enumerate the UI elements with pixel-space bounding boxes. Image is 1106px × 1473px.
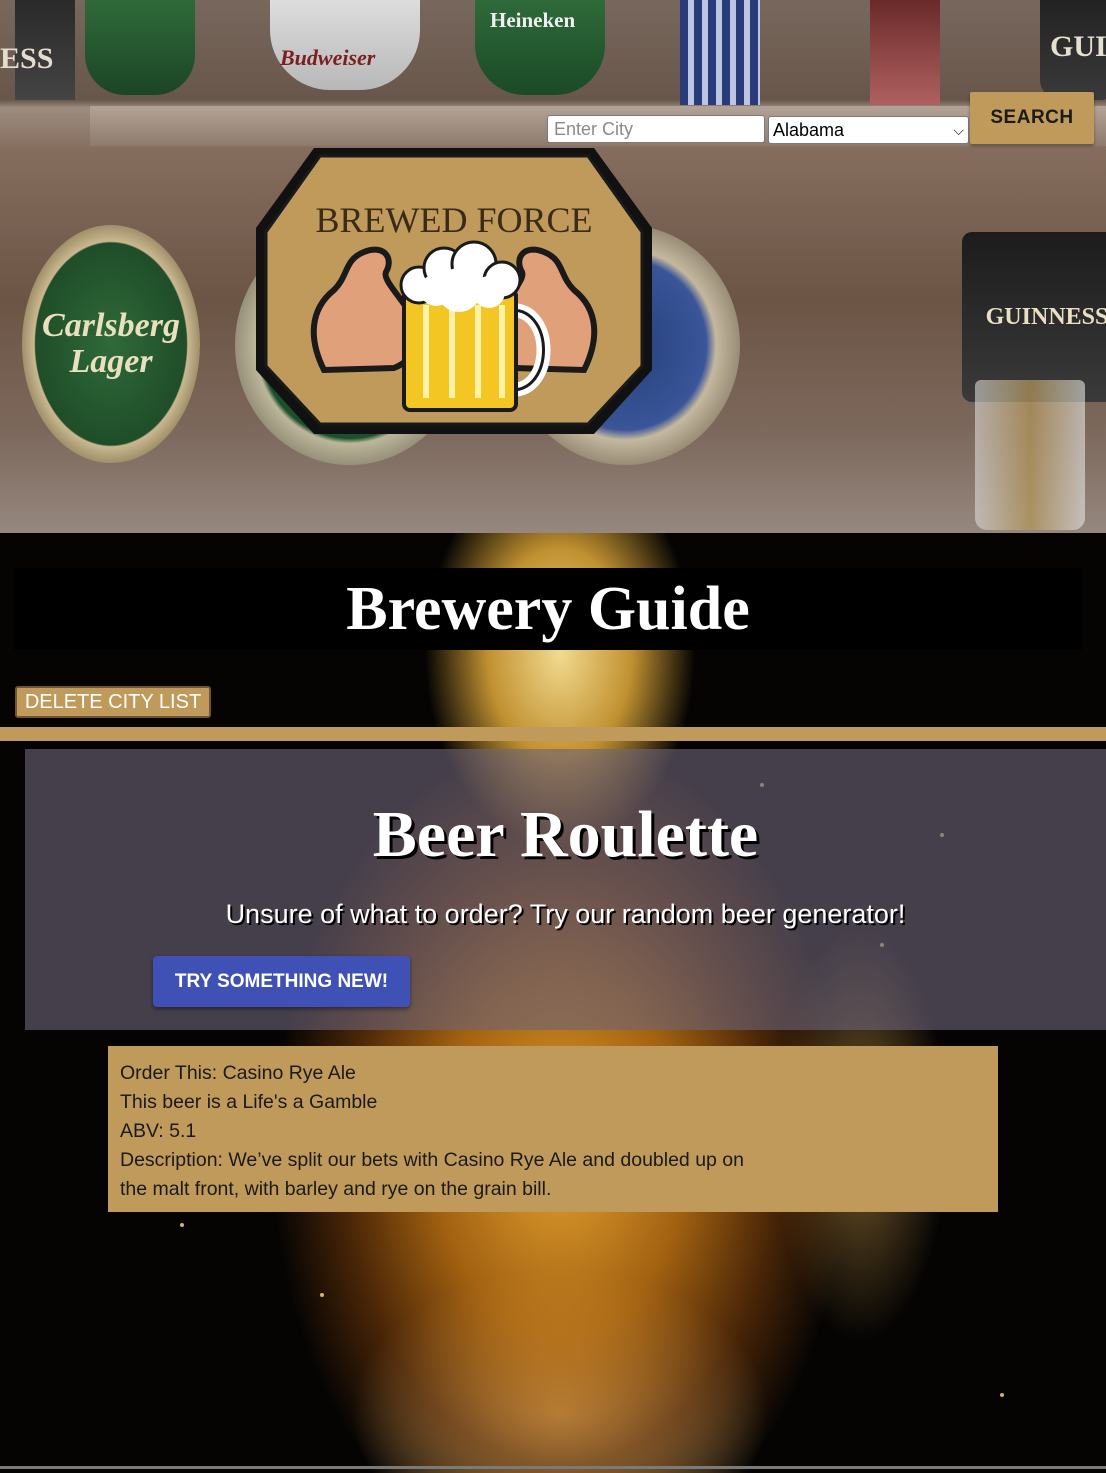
tap-label-heineken: Heineken xyxy=(490,8,576,32)
city-input[interactable] xyxy=(547,115,765,143)
tap-label-ess: ESS xyxy=(0,42,54,75)
beer-tap-decor xyxy=(680,0,760,105)
tap-label-gui: GUI xyxy=(1050,30,1106,63)
result-style: This beer is a Life's a Gamble xyxy=(120,1091,378,1113)
sparkle xyxy=(320,1293,324,1297)
brewed-force-logo[interactable]: BREWED FORCE xyxy=(254,140,654,440)
roulette-subtitle: Unsure of what to order? Try our random … xyxy=(225,899,906,929)
logo-text: BREWED FORCE xyxy=(315,200,592,240)
sparkle xyxy=(180,1223,184,1227)
delete-city-list-button[interactable]: DELETE CITY LIST xyxy=(15,686,211,718)
state-select[interactable]: Alabama ⌵ xyxy=(768,116,969,144)
roulette-title: Beer Roulette xyxy=(372,798,759,871)
state-select-value: Alabama xyxy=(773,119,845,140)
guinness-badge: GUINNESS xyxy=(962,232,1106,402)
beer-roulette-panel: Beer Roulette Unsure of what to order? T… xyxy=(25,749,1106,1030)
result-order: Order This: Casino Rye Ale xyxy=(120,1062,356,1084)
header-banner: ESS Budweiser Heineken GUI Carlsberg Lag… xyxy=(0,0,1106,533)
beer-tap-decor xyxy=(870,0,940,105)
result-abv: ABV: 5.1 xyxy=(120,1120,197,1142)
page-title: Brewery Guide xyxy=(346,574,750,643)
divider xyxy=(0,727,1106,741)
chevron-down-icon: ⌵ xyxy=(953,121,964,138)
whiskey-glass xyxy=(975,380,1085,530)
brewery-guide-header: Brewery Guide xyxy=(14,568,1082,650)
tap-label-budweiser: Budweiser xyxy=(280,45,376,70)
page-bottom-border xyxy=(0,1466,1106,1469)
search-button[interactable]: SEARCH xyxy=(970,92,1094,144)
sparkle xyxy=(1000,1393,1004,1397)
carlsberg-badge: Carlsberg Lager xyxy=(22,225,200,463)
beer-result-card: Order This: Casino Rye Ale This beer is … xyxy=(108,1046,998,1212)
result-description: Description: We’ve split our bets with C… xyxy=(120,1149,744,1200)
beer-tap-decor xyxy=(85,0,195,95)
try-something-new-button[interactable]: TRY SOMETHING NEW! xyxy=(153,956,410,1007)
